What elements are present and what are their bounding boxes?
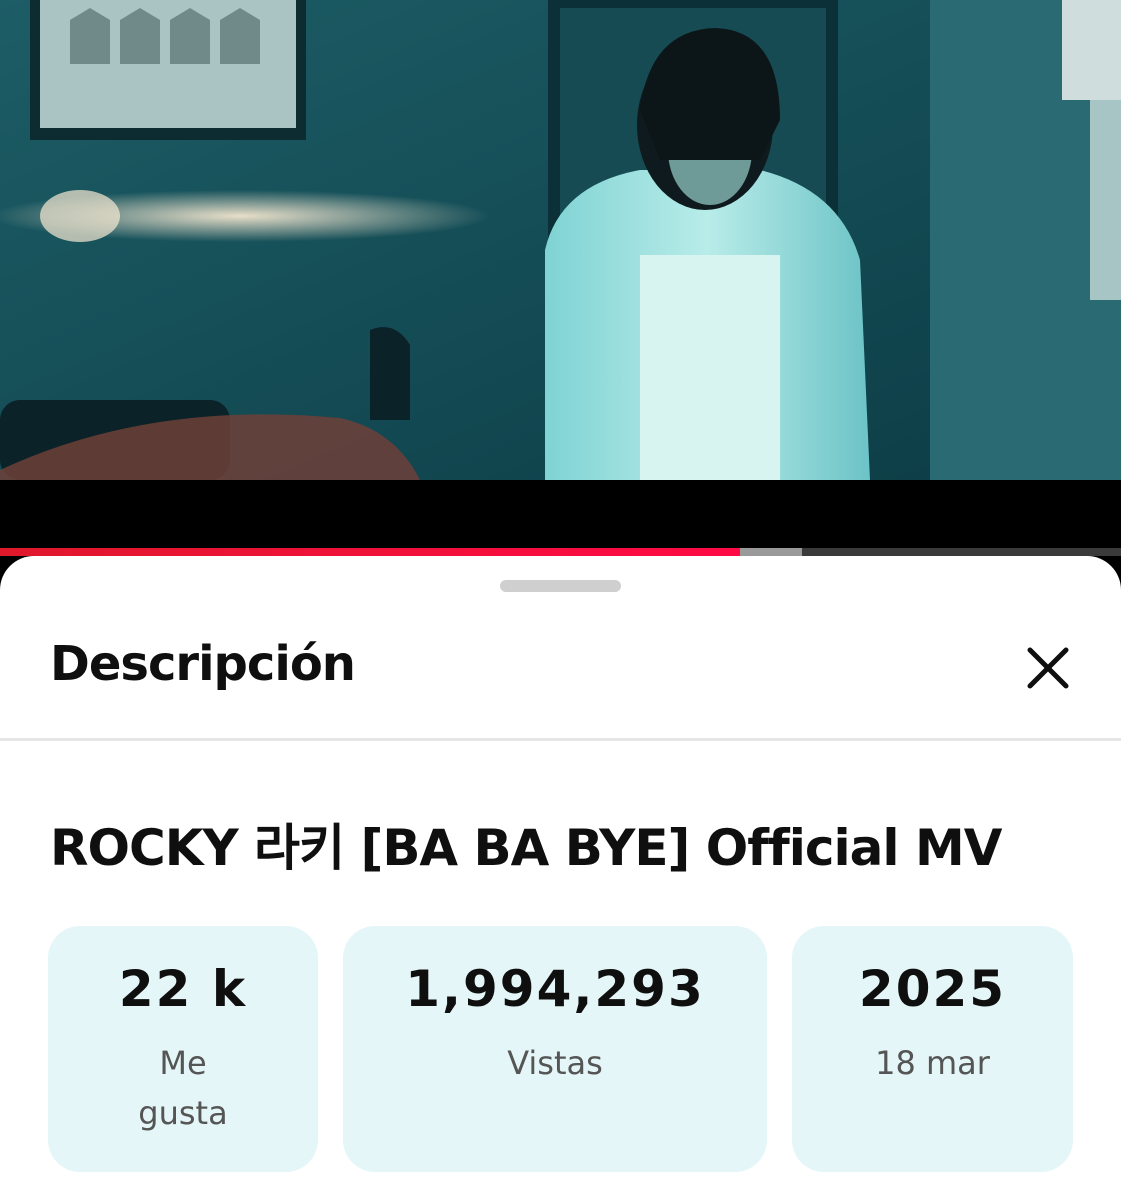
video-letterbox <box>0 480 1121 550</box>
publish-day-month: 18 mar <box>875 1044 990 1082</box>
app-frame: Descripción ROCKY 라키 [BA BA BYE] Officia… <box>0 0 1121 1200</box>
progress-played <box>0 548 740 556</box>
views-stat: 1,994,293 Vistas <box>343 926 767 1172</box>
close-icon <box>1027 647 1069 689</box>
publish-year: 2025 <box>858 960 1007 1018</box>
description-sheet: Descripción ROCKY 라키 [BA BA BYE] Officia… <box>0 556 1121 1200</box>
video-frame-image <box>0 0 1121 480</box>
video-player[interactable] <box>0 0 1121 480</box>
likes-count: 22 k <box>118 960 248 1018</box>
likes-stat: 22 k Me gusta <box>48 926 318 1172</box>
likes-label: Me gusta <box>138 1044 228 1132</box>
close-button[interactable] <box>1018 638 1078 698</box>
views-label: Vistas <box>507 1044 603 1082</box>
sheet-title: Descripción <box>50 636 356 692</box>
sheet-divider <box>0 738 1121 741</box>
sheet-drag-handle[interactable] <box>500 580 621 592</box>
video-progress-bar[interactable] <box>0 548 1121 556</box>
video-title: ROCKY 라키 [BA BA BYE] Official MV <box>50 819 1002 877</box>
publish-date-stat: 2025 18 mar <box>792 926 1073 1172</box>
views-count: 1,994,293 <box>405 960 705 1018</box>
